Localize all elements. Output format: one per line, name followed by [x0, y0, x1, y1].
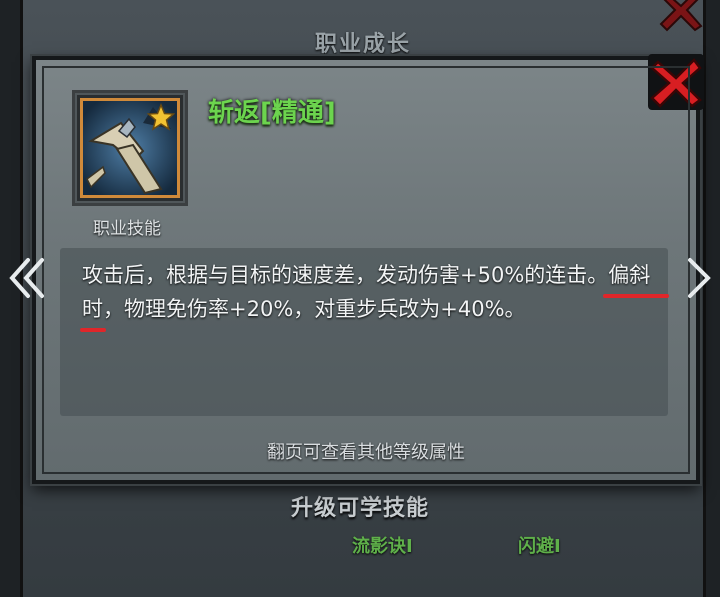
skill-type-label: 职业技能: [93, 219, 161, 239]
double-chevron-left-icon: [9, 258, 44, 298]
highlight-underline: [603, 294, 669, 298]
background-close-icon[interactable]: [657, 0, 705, 34]
skill-description: 攻击后，根据与目标的速度差，发动伤害+50%的连击。偏斜时，物理免伤率+20%，…: [82, 263, 651, 321]
chevron-right-icon: [688, 258, 711, 298]
close-button[interactable]: [648, 54, 704, 110]
close-x-icon: [650, 58, 702, 108]
learnable-skills-title: 升级可学技能: [290, 496, 429, 521]
learnable-skill-1[interactable]: 流影诀I: [352, 532, 413, 558]
skill-icon-frame[interactable]: [72, 90, 188, 206]
star-icon: [147, 103, 175, 131]
next-page-button[interactable]: [682, 256, 716, 300]
page-hint: 翻页可查看其他等级属性: [267, 442, 465, 463]
skill-detail-dialog: 职业技能 斩返[精通] 攻击后，根据与目标的速度差，发动伤害+50%的连击。偏斜…: [32, 54, 704, 484]
highlight-underline: [80, 328, 106, 332]
background-panel-title: 职业成长: [314, 32, 411, 57]
skill-icon: [80, 98, 180, 198]
description-box: 攻击后，根据与目标的速度差，发动伤害+50%的连击。偏斜时，物理免伤率+20%，…: [60, 248, 669, 416]
learnable-skill-2[interactable]: 闪避I: [518, 532, 561, 558]
skill-name: 斩返[精通]: [208, 98, 336, 128]
prev-page-button[interactable]: [8, 256, 48, 300]
